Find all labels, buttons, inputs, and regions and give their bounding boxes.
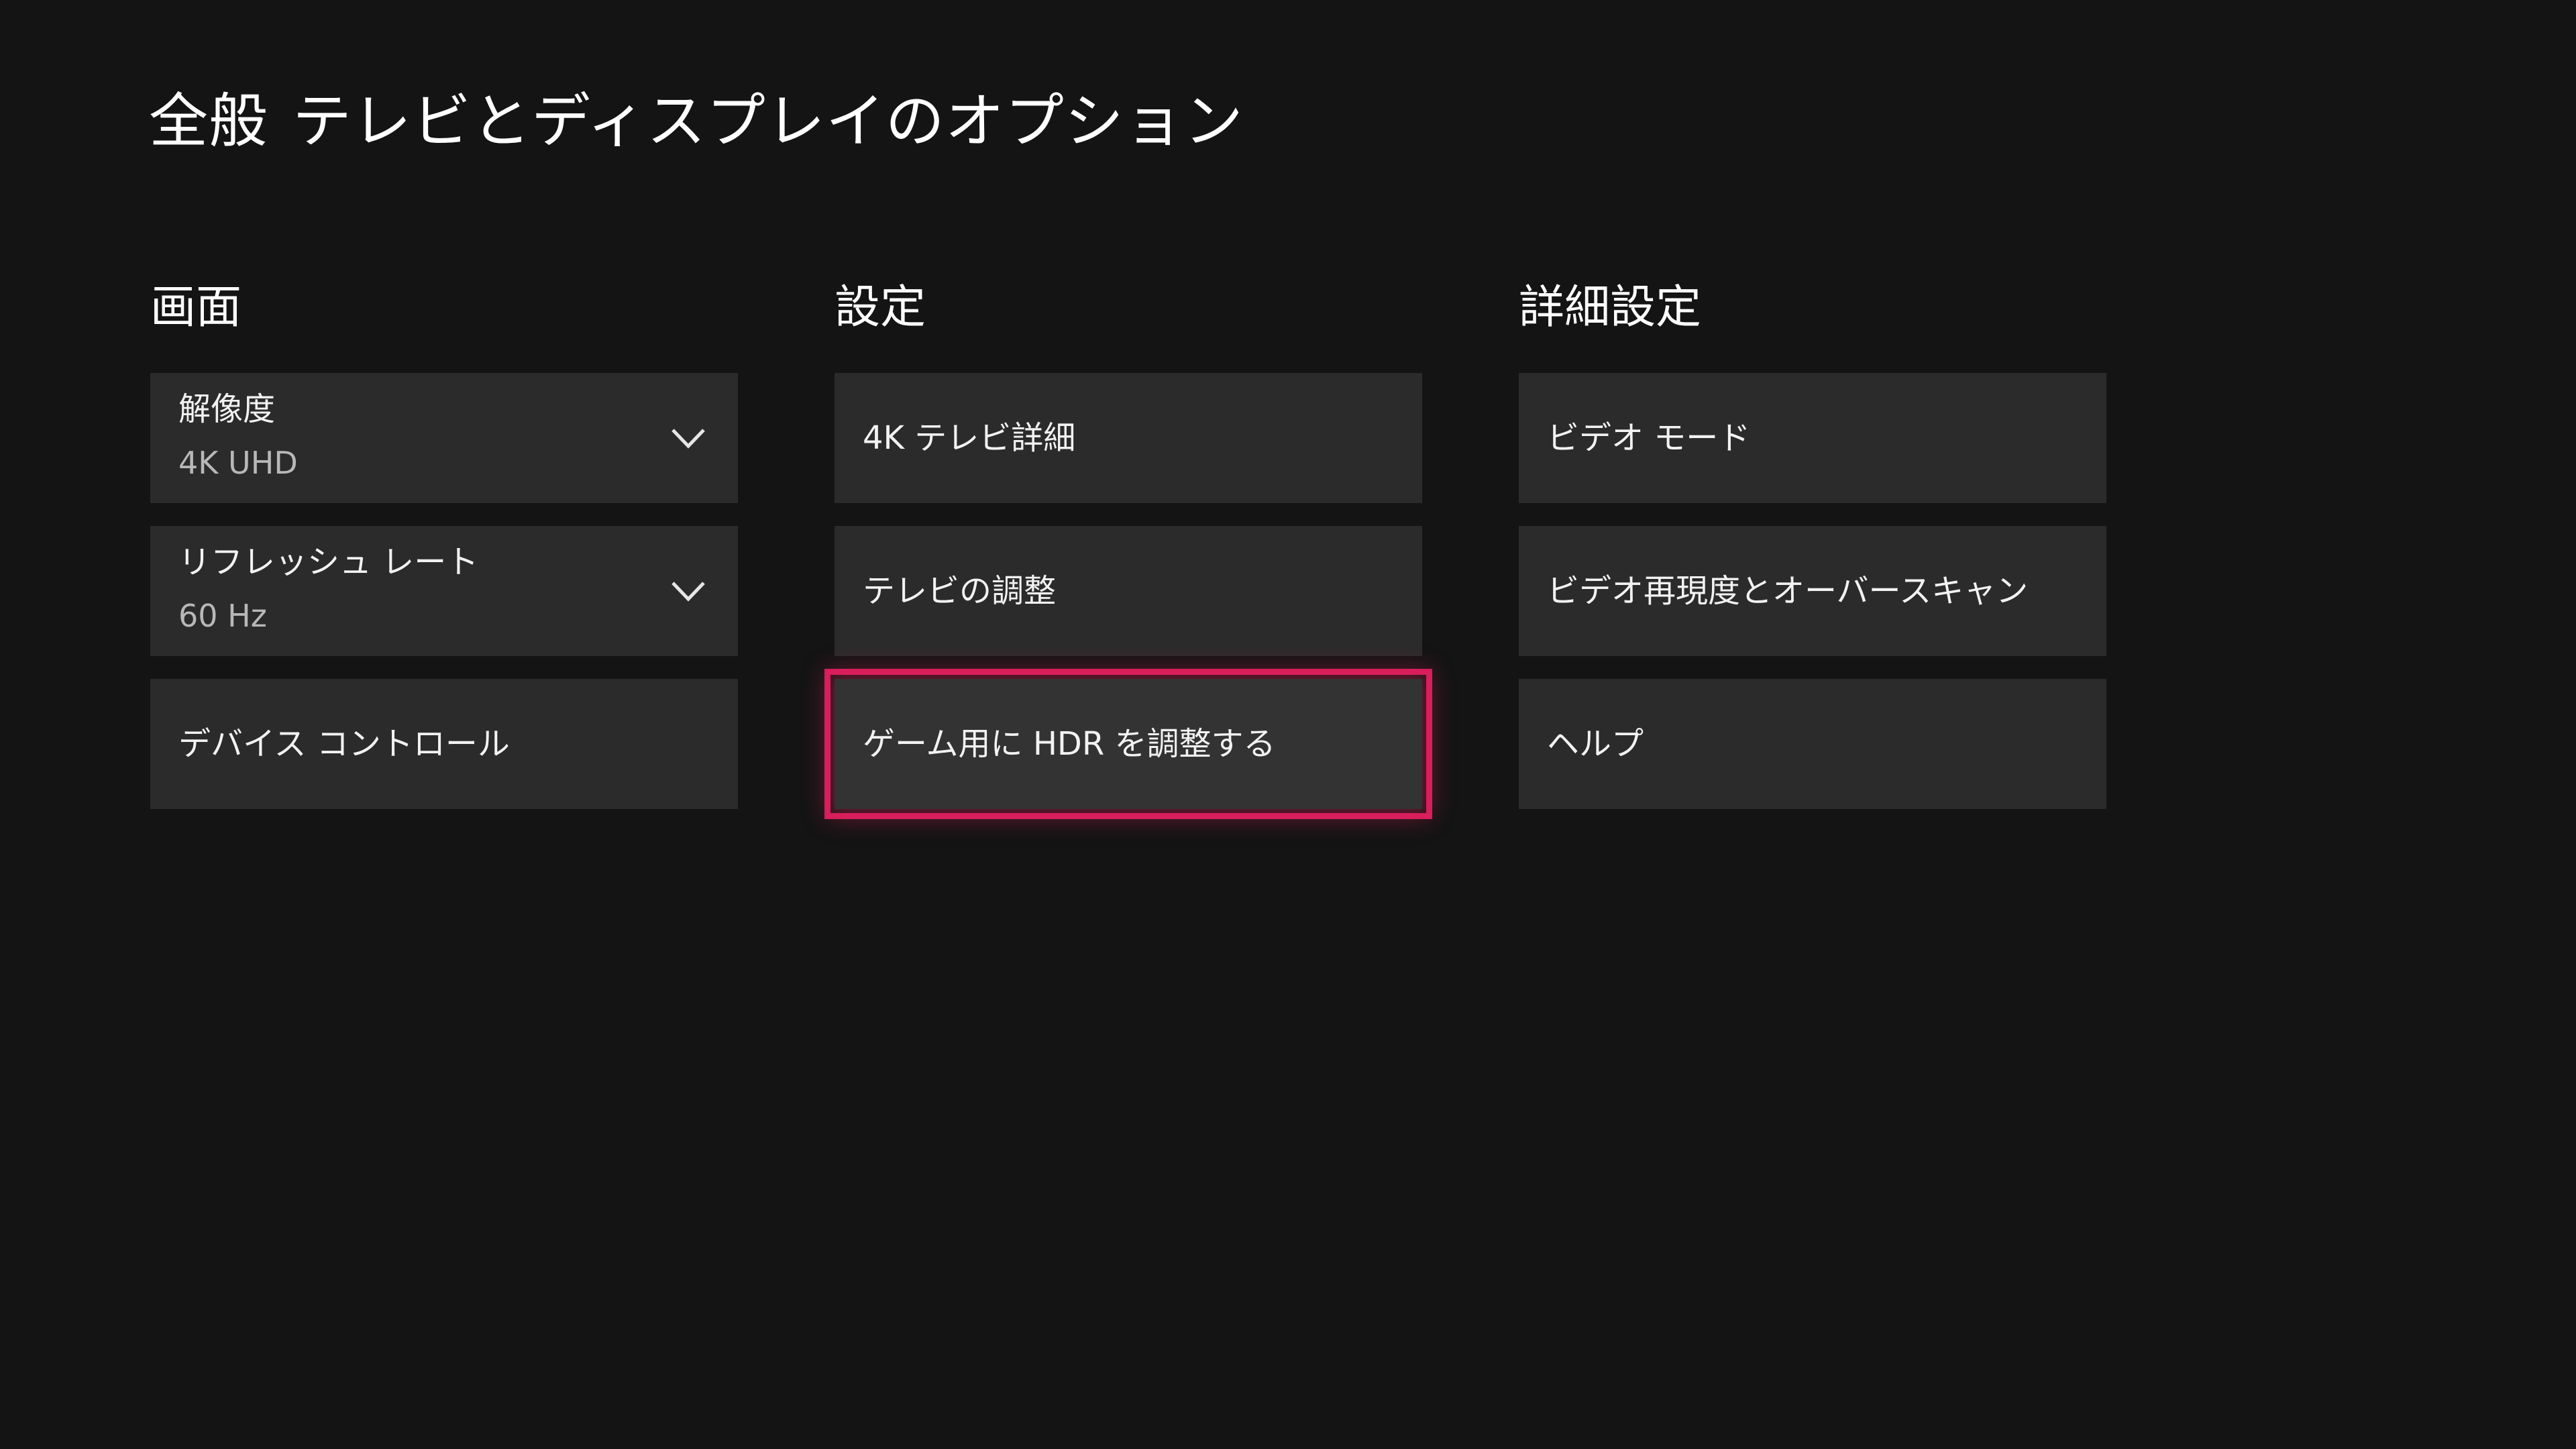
4k-tv-details-label: 4K テレビ詳細 bbox=[863, 419, 1076, 457]
video-modes-label: ビデオ モード bbox=[1547, 419, 1751, 457]
video-modes-button[interactable]: ビデオ モード bbox=[1519, 373, 2106, 503]
refresh-rate-value: 60 Hz bbox=[178, 598, 267, 635]
device-control-label: デバイス コントロール bbox=[178, 725, 510, 763]
help-button[interactable]: ヘルプ bbox=[1519, 679, 2106, 809]
column-screen: 画面 解像度 4K UHD リフレッシュ レート 60 Hz デバイス コントロ… bbox=[150, 268, 738, 832]
column-title-screen: 画面 bbox=[150, 281, 242, 334]
page-title: テレビとディスプレイのオプション bbox=[292, 86, 1244, 156]
video-fidelity-overscan-label: ビデオ再現度とオーバースキャン bbox=[1547, 572, 2029, 610]
hdr-game-calibration-button[interactable]: ゲーム用に HDR を調整する bbox=[824, 669, 1432, 819]
refresh-rate-dropdown[interactable]: リフレッシュ レート 60 Hz bbox=[150, 526, 738, 656]
tv-calibration-label: テレビの調整 bbox=[863, 572, 1057, 610]
device-control-button[interactable]: デバイス コントロール bbox=[150, 679, 738, 809]
resolution-value: 4K UHD bbox=[178, 445, 298, 482]
column-advanced: 詳細設定 ビデオ モード ビデオ再現度とオーバースキャン ヘルプ bbox=[1519, 268, 2106, 832]
page-header: 全般 テレビとディスプレイのオプション bbox=[149, 72, 1244, 160]
4k-tv-details-button[interactable]: 4K テレビ詳細 bbox=[835, 373, 1422, 503]
resolution-dropdown[interactable]: 解像度 4K UHD bbox=[150, 373, 738, 503]
refresh-rate-label: リフレッシュ レート bbox=[178, 543, 479, 582]
column-title-settings: 設定 bbox=[835, 281, 926, 334]
help-label: ヘルプ bbox=[1547, 725, 1644, 763]
chevron-down-icon bbox=[672, 582, 705, 602]
video-fidelity-overscan-button[interactable]: ビデオ再現度とオーバースキャン bbox=[1519, 526, 2106, 656]
tv-calibration-button[interactable]: テレビの調整 bbox=[835, 526, 1422, 656]
breadcrumb-section: 全般 bbox=[149, 86, 269, 156]
chevron-down-icon bbox=[672, 429, 705, 449]
column-title-advanced: 詳細設定 bbox=[1519, 281, 1702, 334]
column-settings: 設定 4K テレビ詳細 テレビの調整 ゲーム用に HDR を調整する bbox=[824, 268, 1432, 832]
hdr-game-calibration-label: ゲーム用に HDR を調整する bbox=[863, 725, 1276, 763]
resolution-label: 解像度 bbox=[178, 390, 276, 429]
